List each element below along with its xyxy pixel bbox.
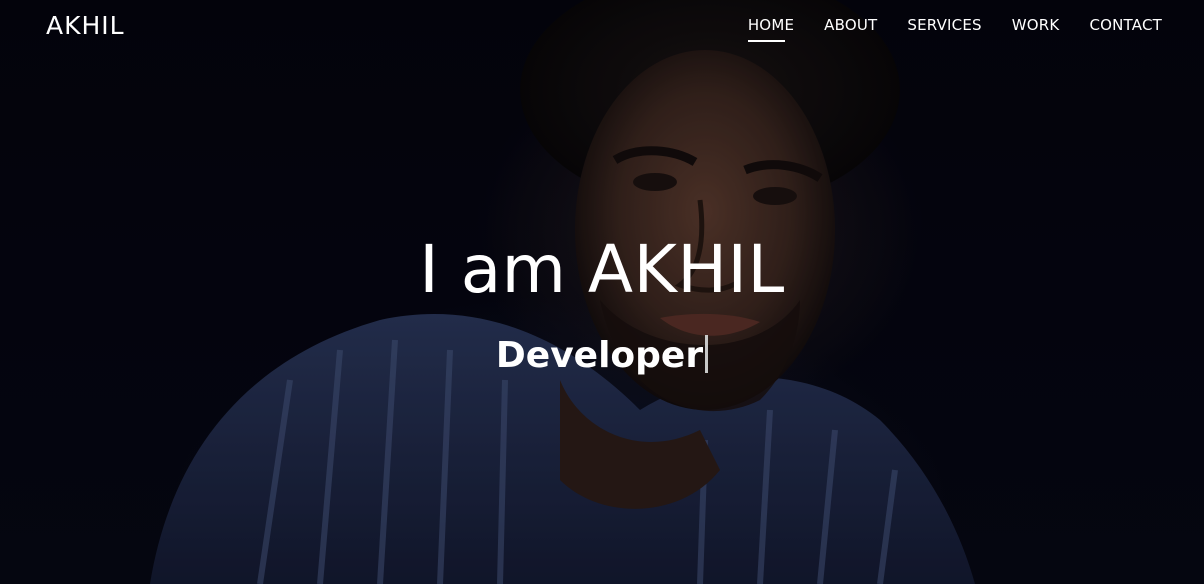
nav-home[interactable]: HOME bbox=[747, 16, 794, 42]
typed-role-text: Developer bbox=[495, 335, 704, 376]
typing-cursor bbox=[705, 335, 709, 373]
nav-work[interactable]: WORK bbox=[1012, 16, 1060, 42]
main-nav: HOME ABOUT SERVICES WORK CONTACT bbox=[747, 16, 1162, 42]
nav-about[interactable]: ABOUT bbox=[824, 16, 877, 42]
hero-headline: I am AKHIL bbox=[419, 231, 785, 308]
typed-role-line: Developer bbox=[0, 334, 1204, 378]
hero-section: AKHIL HOME ABOUT SERVICES WORK CONTACT I… bbox=[0, 0, 1204, 584]
nav-services[interactable]: SERVICES bbox=[907, 16, 981, 42]
top-navbar: AKHIL HOME ABOUT SERVICES WORK CONTACT bbox=[0, 0, 1204, 52]
nav-contact[interactable]: CONTACT bbox=[1089, 16, 1162, 42]
hero-text-block: I am AKHIL Developer bbox=[0, 228, 1204, 378]
brand-logo[interactable]: AKHIL bbox=[46, 11, 125, 40]
